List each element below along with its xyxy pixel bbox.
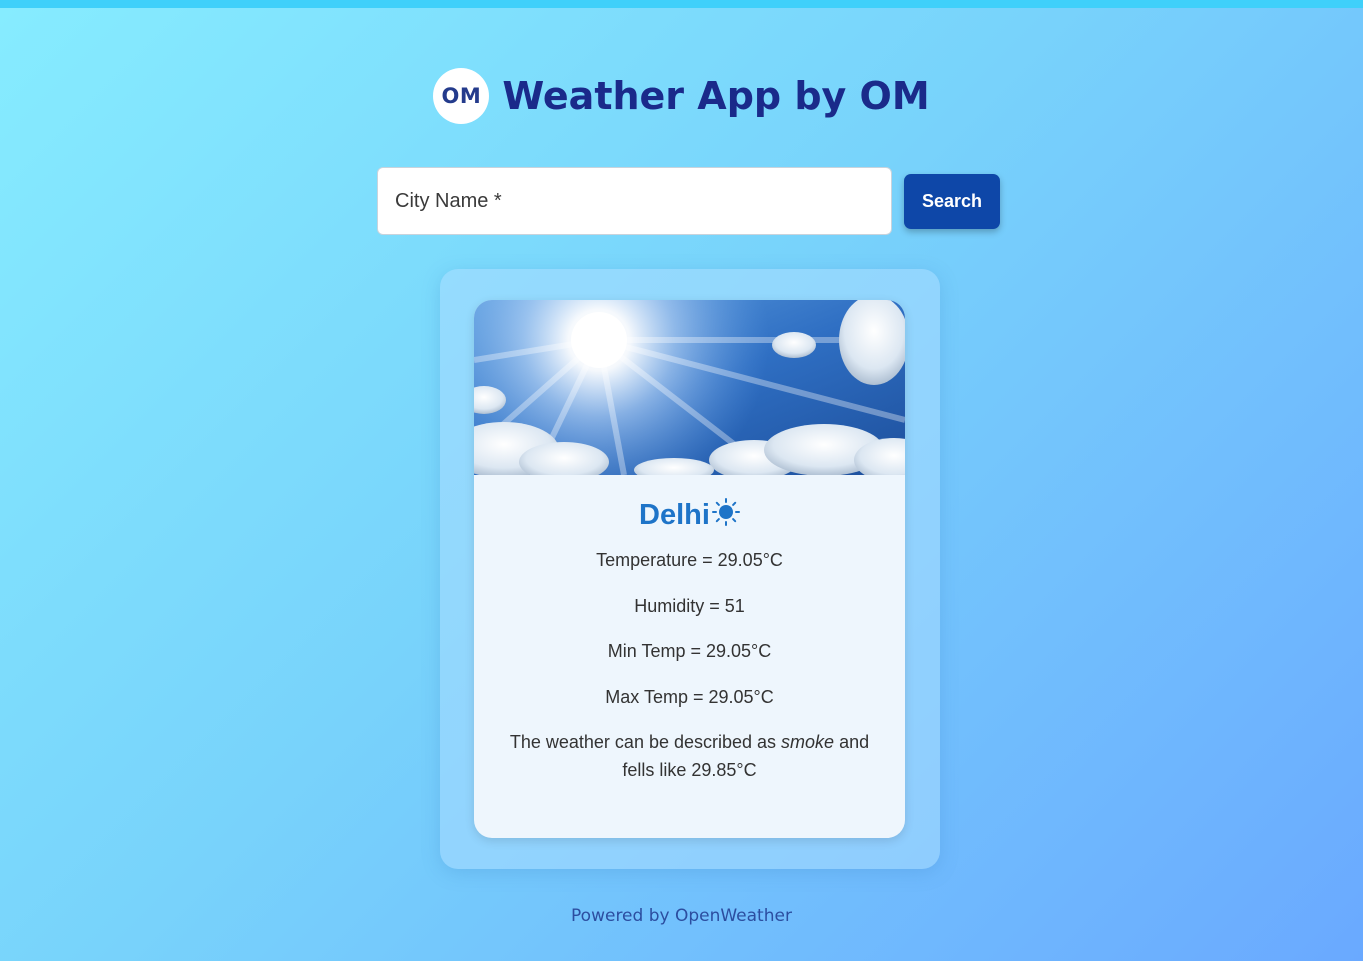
sunny-sky-image <box>474 300 905 475</box>
footer-credit: Powered by OpenWeather <box>571 906 792 926</box>
min-temp-text: Min Temp = 29.05°C <box>607 641 772 661</box>
weather-description: The weather can be described as smoke an… <box>500 728 880 784</box>
city-heading: Delhi <box>474 497 905 532</box>
description-prefix: The weather can be described as <box>509 732 782 752</box>
weather-card: Delhi Temperature = 29.05°C Humidity = 5… <box>474 300 905 838</box>
humidity-text: Humidity = 51 <box>634 596 745 616</box>
city-name-placeholder: City Name * <box>395 189 502 212</box>
sun-icon <box>711 497 740 526</box>
top-accent-bar <box>0 0 1363 8</box>
temperature-text: Temperature = 29.05°C <box>596 550 783 570</box>
city-name-input[interactable]: City Name * <box>377 167 892 235</box>
search-bar: City Name * Search <box>377 167 1000 235</box>
search-button[interactable]: Search <box>904 173 1000 229</box>
app-title: Weather App by OM <box>502 74 930 118</box>
max-temp-text: Max Temp = 29.05°C <box>605 687 774 707</box>
description-condition: smoke <box>781 732 835 752</box>
logo-badge: OM <box>433 68 490 124</box>
city-name: Delhi <box>639 499 710 531</box>
app-header: OM Weather App by OM <box>0 68 1363 124</box>
